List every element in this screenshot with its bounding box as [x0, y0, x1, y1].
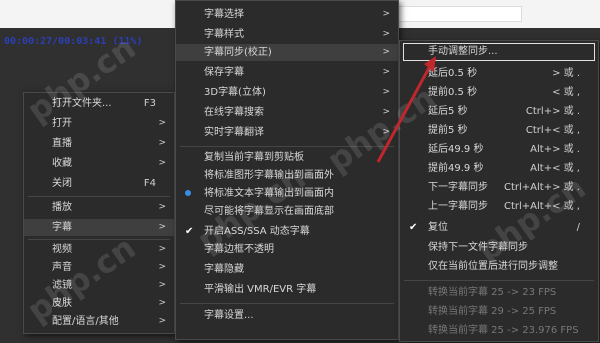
menu-separator: [180, 303, 394, 304]
menu-separator: [28, 196, 170, 197]
chevron-right-icon: >: [158, 202, 166, 212]
chevron-right-icon: >: [382, 87, 390, 97]
menu-item-save-subtitle[interactable]: 保存字幕 >: [176, 64, 398, 81]
menu-item-subtitle-style[interactable]: 字幕样式 >: [176, 26, 398, 43]
menu-item-live[interactable]: 直播 >: [24, 135, 174, 152]
chevron-right-icon: >: [158, 118, 166, 128]
chevron-right-icon: >: [382, 29, 390, 39]
menu-separator: [28, 239, 170, 240]
chevron-right-icon: >: [158, 280, 166, 290]
chevron-right-icon: >: [158, 244, 166, 254]
menu-item-convert-fps-2[interactable]: 转换当前字幕 29 -> 25 FPS: [400, 303, 598, 320]
checkmark-icon: ✔: [409, 222, 418, 233]
chevron-right-icon: >: [382, 9, 390, 19]
chevron-right-icon: >: [158, 262, 166, 272]
menu-item-delay-05[interactable]: 延后0.5 秒 > 或 .: [400, 65, 598, 82]
chevron-right-icon: >: [382, 67, 390, 77]
chevron-right-icon: >: [158, 138, 166, 148]
menu-item-subtitle-sync[interactable]: 字幕同步(校正) >: [176, 44, 398, 61]
chevron-right-icon: >: [382, 47, 390, 57]
menu-item-manual-sync[interactable]: 手动调整同步...: [400, 43, 598, 60]
menu-item-favorites[interactable]: 收藏 >: [24, 155, 174, 172]
menu-item-delay-499[interactable]: 延后49.9 秒 Alt+> 或 .: [400, 141, 598, 158]
menu-item-hide-subtitle[interactable]: 字幕隐藏: [176, 261, 398, 278]
chevron-right-icon: >: [158, 316, 166, 326]
menu-item-subtitles[interactable]: 字幕 >: [24, 219, 174, 236]
menu-item-advance-5[interactable]: 提前5 秒 Ctrl+< 或 ,: [400, 122, 598, 139]
chevron-right-icon: >: [158, 158, 166, 168]
radio-selected-icon: [185, 190, 191, 196]
chevron-right-icon: >: [158, 298, 166, 308]
menu-item-convert-fps-1[interactable]: 转换当前字幕 25 -> 23 FPS: [400, 284, 598, 301]
menu-item-subtitle-settings[interactable]: 字幕设置...: [176, 307, 398, 324]
menu-item-close[interactable]: 关闭 F4: [24, 175, 174, 192]
menu-item-playback[interactable]: 播放 >: [24, 199, 174, 216]
menu-item-convert-fps-3[interactable]: 转换当前字幕 25 -> 23.976 FPS: [400, 322, 598, 339]
menu-item-subtitle-select[interactable]: 字幕选择 >: [176, 6, 398, 23]
menu-item-smooth-output[interactable]: 平滑输出 VMR/EVR 字幕: [176, 281, 398, 298]
chevron-right-icon: >: [158, 222, 166, 232]
menu-item-3d-subtitle[interactable]: 3D字幕(立体) >: [176, 84, 398, 101]
menu-separator: [404, 280, 594, 281]
